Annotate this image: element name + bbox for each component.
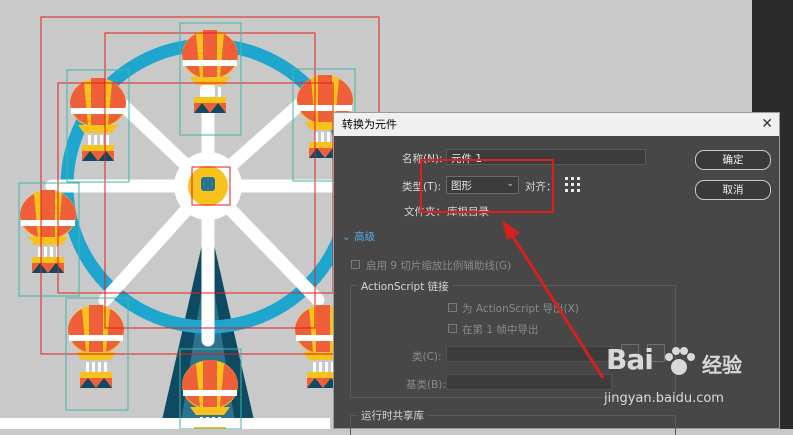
jingyan-label: 经验 — [702, 353, 742, 377]
baidu-logo: Bai — [606, 343, 654, 376]
baidu-jingyan-watermark: Bai 经验 jingyan.baidu.com — [600, 343, 750, 418]
watermark-url: jingyan.baidu.com — [604, 391, 724, 406]
paw-icon — [665, 347, 695, 375]
